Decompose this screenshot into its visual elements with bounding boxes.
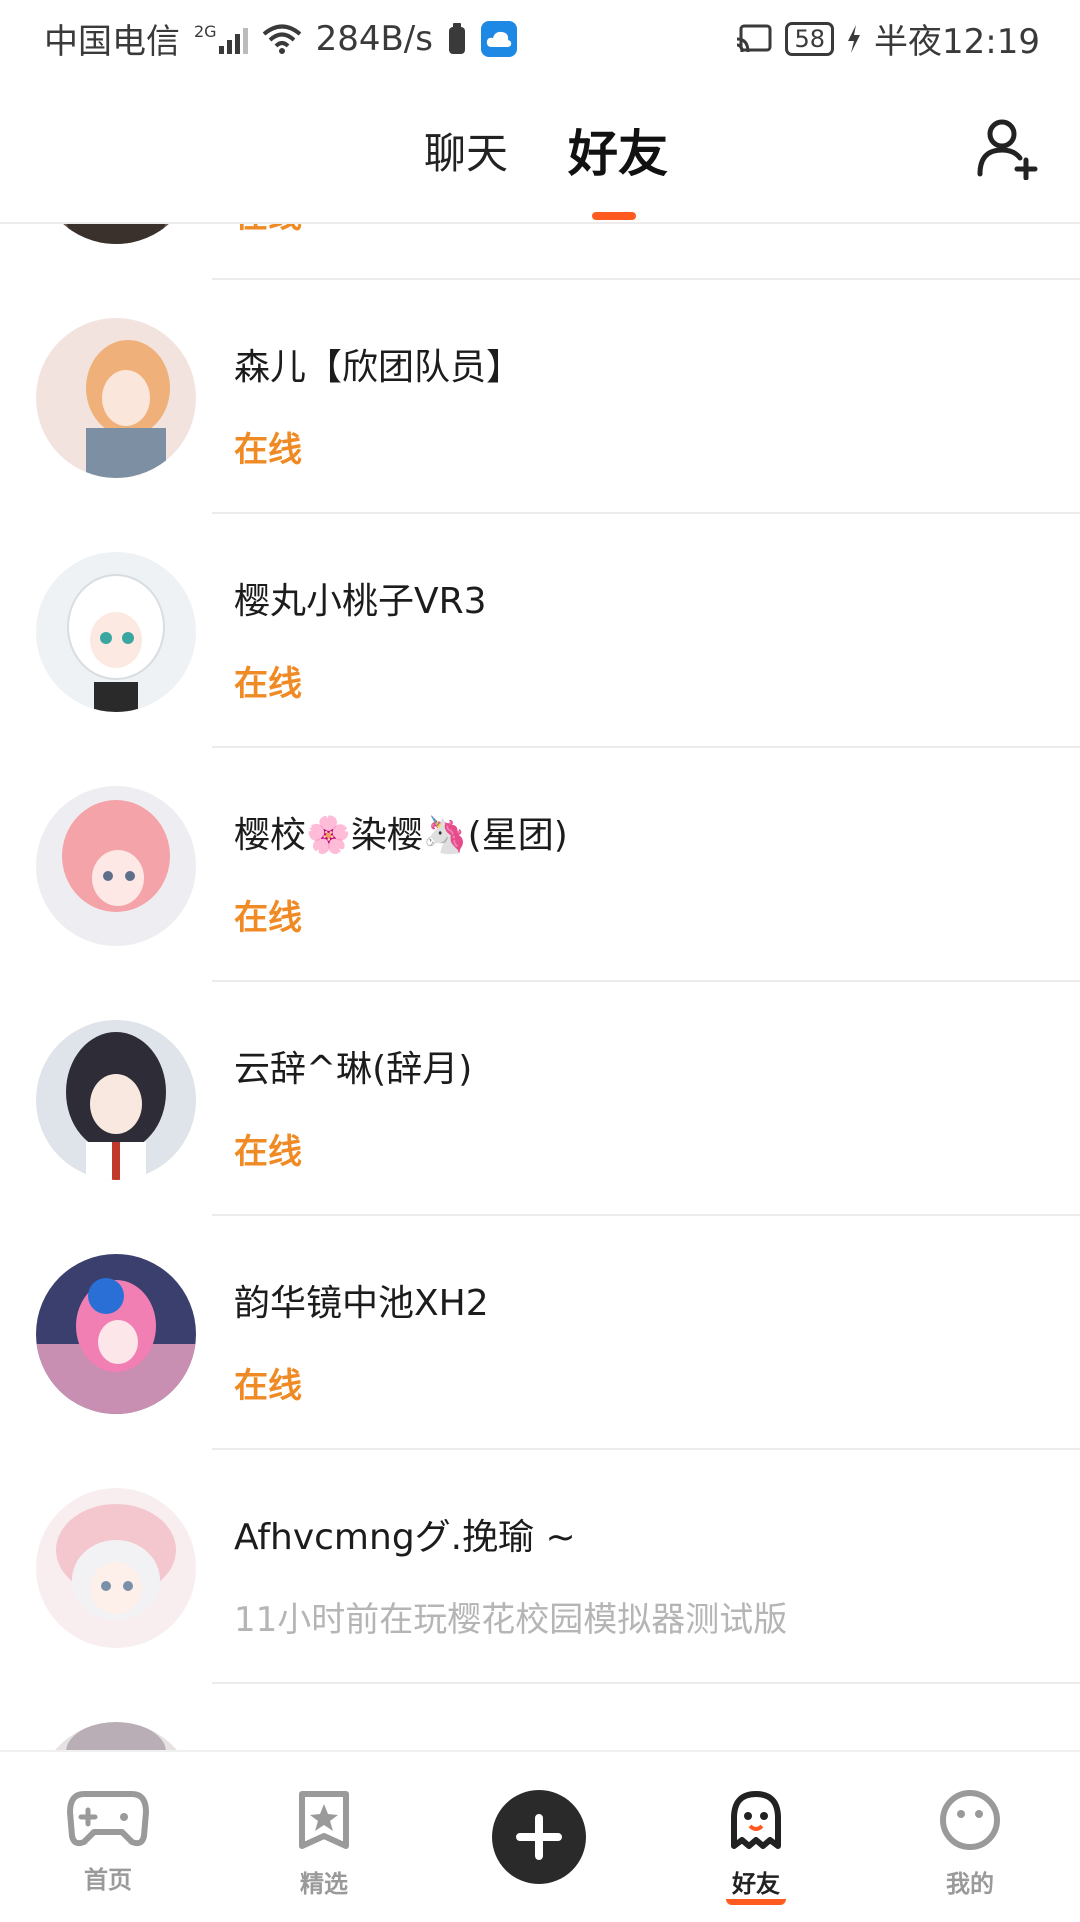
avatar [36,552,196,712]
nav-featured-label: 精选 [300,1870,348,1898]
friend-name: 樱校🌸染樱🦄(星团) [234,815,568,856]
face-icon [940,1790,1000,1850]
friend-status: 在线 [234,222,302,237]
friend-status: 在线 [234,664,302,704]
add-friend-icon[interactable] [976,116,1040,180]
avatar [36,1722,196,1750]
battery-level: 58 [785,21,835,56]
friend-name: Afhvcmngグ.挽瑜 ~ [234,1517,576,1558]
weather-app-icon [480,20,517,57]
carrier-label: 中国电信 [44,22,180,62]
avatar [36,786,196,946]
active-tab-indicator [592,212,636,220]
charging-icon [848,24,861,53]
signal-icon: 2G [194,21,248,54]
status-bar: 中国电信 2G 284B/s 58 半夜12:19 [0,0,1080,76]
net-speed: 284B/s [315,18,433,59]
avatar [36,1254,196,1414]
avatar [36,222,196,244]
plus-icon [516,1814,562,1860]
nav-friends-label: 好友 [726,1864,786,1905]
avatar [36,1488,196,1648]
friend-list[interactable]: 在线 森儿【欣团队员】 在线 樱丸小桃子VR3 在线 樱校🌸染樱🦄(星团) 在线… [0,222,1080,1750]
battery-saver-icon [448,22,465,54]
list-item[interactable] [0,1684,1080,1750]
top-header: 聊天 好友 [0,76,1080,224]
nav-me[interactable]: 我的 [910,1788,1030,1899]
nav-home[interactable]: 首页 [48,1788,168,1895]
friend-status: 11小时前在玩樱花校园模拟器测试版 [234,1600,788,1640]
create-button[interactable] [492,1790,586,1884]
friend-status: 在线 [234,898,302,938]
avatar [36,318,196,478]
friend-name: 樱丸小桃子VR3 [234,581,487,622]
friend-status: 在线 [234,1132,302,1172]
nav-friends[interactable]: 好友 [696,1788,816,1905]
gamepad-icon [67,1791,149,1847]
tab-chat[interactable]: 聊天 [424,120,508,181]
list-item[interactable]: Afhvcmngグ.挽瑜 ~ 11小时前在玩樱花校园模拟器测试版 [0,1450,1080,1684]
cast-icon [737,24,772,52]
friend-status: 在线 [234,430,302,470]
tab-friends[interactable]: 好友 [568,114,668,186]
list-item[interactable]: 樱校🌸染樱🦄(星团) 在线 [0,748,1080,982]
bottom-nav: 首页 精选 好友 我的 [0,1750,1080,1922]
wifi-icon [262,24,301,54]
friend-name: 韵华镜中池XH2 [234,1283,489,1324]
list-item[interactable]: 韵华镜中池XH2 在线 [0,1216,1080,1450]
list-item[interactable]: 在线 [0,222,1080,280]
list-item[interactable]: 樱丸小桃子VR3 在线 [0,514,1080,748]
network-type: 2G [194,21,217,41]
star-icon [299,1791,349,1849]
friend-status: 在线 [234,1366,302,1406]
avatar [36,1020,196,1180]
nav-featured[interactable]: 精选 [264,1788,384,1899]
list-item[interactable]: 森儿【欣团队员】 在线 [0,280,1080,514]
clock: 半夜12:19 [874,22,1040,62]
friend-name: 云辞^琳(辞月) [234,1049,473,1090]
nav-me-label: 我的 [946,1870,994,1898]
nav-home-label: 首页 [84,1866,132,1894]
ghost-icon [731,1791,781,1849]
list-item[interactable]: 云辞^琳(辞月) 在线 [0,982,1080,1216]
friend-name: 森儿【欣团队员】 [234,347,523,388]
